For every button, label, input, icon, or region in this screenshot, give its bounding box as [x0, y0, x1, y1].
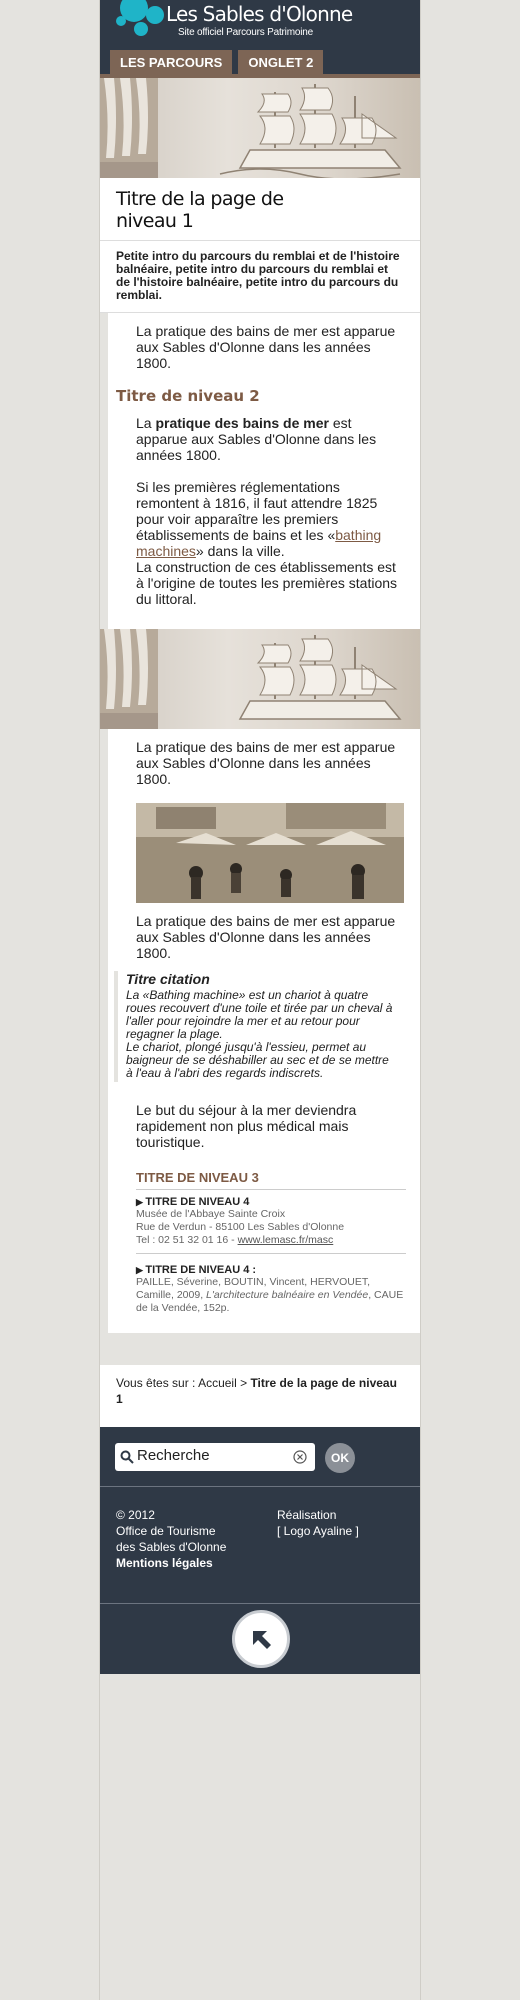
museum-contact: Tel : 02 51 32 01 16 - www.lemasc.fr/mas… — [136, 1234, 406, 1247]
logo-subtitle: Site officiel Parcours Patrimoine — [178, 27, 313, 38]
page-intro: Petite intro du parcours du remblai et d… — [100, 241, 420, 313]
museum-name: Musée de l'Abbaye Sainte Croix — [136, 1208, 286, 1220]
bibliography: PAILLE, Séverine, BOUTIN, Vincent, HERVO… — [136, 1276, 406, 1315]
citation-title: Titre citation — [126, 971, 210, 987]
logo-title[interactable]: Les Sables d'Olonne — [166, 2, 353, 26]
copyright: © 2012 — [116, 1508, 155, 1522]
search-bar: OK — [100, 1427, 420, 1487]
back-to-top-area — [100, 1604, 420, 1674]
clear-icon[interactable] — [293, 1450, 307, 1464]
paragraph: La pratique des bains de mer est apparue… — [136, 323, 396, 371]
footer-left: © 2012 Office de Tourisme des Sables d'O… — [116, 1507, 226, 1571]
page-title-block: Titre de la page de niveau 1 — [100, 178, 420, 241]
citation-text: La «Bathing machine» est un chariot à qu… — [126, 988, 393, 1041]
museum-tel: Tel : 02 51 32 01 16 - — [136, 1234, 238, 1246]
paragraph-bold-text: pratique des bains de mer — [155, 415, 329, 431]
page-container: Les Sables d'Olonne Site officiel Parcou… — [99, 0, 421, 2000]
search-icon — [120, 1450, 134, 1464]
paragraph: La pratique des bains de mer est apparue… — [136, 415, 406, 463]
breadcrumb-home-link[interactable]: Accueil — [198, 1376, 237, 1390]
ship-relief-image — [100, 78, 402, 178]
agency-logo-link[interactable]: [ Logo Ayaline ] — [277, 1523, 359, 1539]
paragraph: La pratique des bains de mer est apparue… — [136, 739, 396, 787]
heading-level-3: TITRE DE NIVEAU 3 — [136, 1170, 406, 1190]
tab-les-parcours[interactable]: LES PARCOURS — [110, 50, 233, 74]
museum-website-link[interactable]: www.lemasc.fr/masc — [238, 1234, 334, 1246]
breadcrumb-prefix: Vous êtes sur : — [116, 1376, 199, 1390]
search-input[interactable] — [137, 1447, 287, 1464]
main-content-2: La pratique des bains de mer est apparue… — [106, 729, 420, 1333]
breadcrumb-separator: > — [236, 1376, 251, 1390]
beach-photo — [136, 803, 404, 903]
citation-text: Le chariot, plongé jusqu'à l'essieu, per… — [126, 1040, 389, 1080]
paragraph: Le but du séjour à la mer deviendra rapi… — [136, 1102, 357, 1150]
paragraph-text: La construction de ces établissements es… — [136, 559, 398, 607]
paragraph-text: La — [136, 415, 156, 431]
divider — [136, 1253, 406, 1254]
bibliography-title: L'architecture balnéaire en Vendée — [206, 1289, 369, 1301]
arrow-up-left-icon — [253, 1631, 271, 1649]
paragraph-text: » dans la ville. — [195, 543, 285, 559]
breadcrumb: Vous êtes sur : Accueil > Titre de la pa… — [100, 1365, 420, 1427]
org-line-1: Office de Tourisme — [116, 1524, 216, 1538]
search-box — [115, 1443, 315, 1471]
museum-address: Rue de Verdun - 85100 Les Sables d'Olonn… — [136, 1221, 345, 1233]
main-tabs: LES PARCOURS ONGLET 2 — [110, 50, 324, 74]
site-header: Les Sables d'Olonne Site officiel Parcou… — [100, 0, 420, 74]
heading-level-4: TITRE DE NIVEAU 4 — [136, 1196, 406, 1208]
beach-photo-image — [136, 803, 404, 903]
citation-block: Titre citation La «Bathing machine» est … — [114, 971, 406, 1082]
tab-onglet-2[interactable]: ONGLET 2 — [238, 50, 324, 74]
ship-relief-image — [100, 629, 402, 729]
footer-right: Réalisation [ Logo Ayaline ] — [277, 1507, 359, 1539]
search-submit-button[interactable]: OK — [325, 1443, 355, 1473]
org-line-2: des Sables d'Olonne — [116, 1540, 227, 1554]
main-content: La pratique des bains de mer est apparue… — [106, 313, 420, 611]
banner-image — [100, 78, 420, 178]
page-title: Titre de la page de niveau 1 — [116, 188, 284, 232]
banner-image-2 — [100, 629, 420, 729]
paragraph: La pratique des bains de mer est apparue… — [136, 913, 396, 961]
logo-dots-icon[interactable] — [108, 0, 168, 40]
back-to-top-button[interactable] — [232, 1610, 290, 1668]
realisation-label: Réalisation — [277, 1508, 337, 1522]
legal-link[interactable]: Mentions légales — [116, 1555, 226, 1571]
heading-level-2: Titre de niveau 2 — [116, 387, 260, 405]
site-footer: © 2012 Office de Tourisme des Sables d'O… — [100, 1487, 420, 1604]
paragraph: Si les premières réglementations remonte… — [136, 479, 406, 607]
heading-level-4: TITRE DE NIVEAU 4 : — [136, 1264, 406, 1276]
